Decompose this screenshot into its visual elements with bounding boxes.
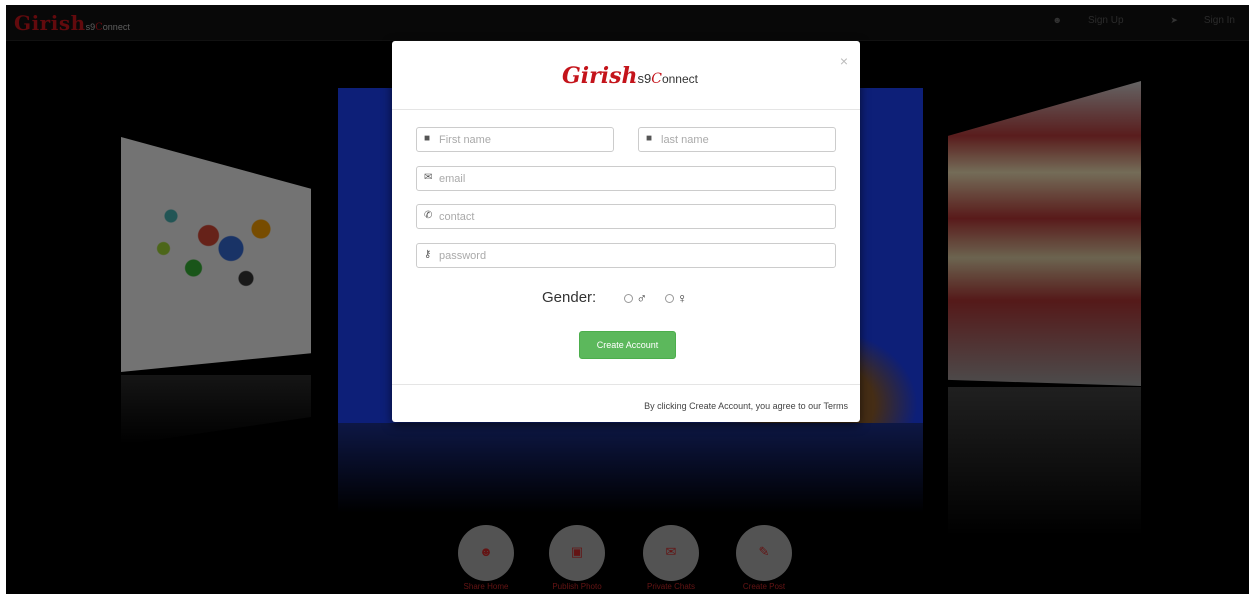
gender-female-radio[interactable] [665, 293, 675, 303]
password-field: ⚷ [416, 243, 836, 268]
contact-field: ✆ [416, 204, 836, 229]
gender-male-radio[interactable] [624, 293, 634, 303]
female-icon: ♀ [677, 290, 688, 307]
modal-logo: Girishs9Connect [562, 63, 698, 89]
gender-row: Gender: ♂ ♀ [542, 289, 688, 306]
gender-label: Gender: [542, 289, 597, 306]
logo-rest-text: onnect [661, 72, 698, 86]
user-icon: ■ [646, 133, 653, 144]
logo-s9-text: s9 [637, 71, 652, 86]
key-icon: ⚷ [424, 249, 432, 260]
header-divider [392, 109, 860, 110]
email-input[interactable] [439, 169, 829, 188]
user-icon: ■ [424, 133, 431, 144]
phone-icon: ✆ [424, 210, 433, 221]
terms-text[interactable]: By clicking Create Account, you agree to… [644, 401, 848, 411]
contact-input[interactable] [439, 207, 829, 226]
footer-divider [392, 384, 860, 385]
last-name-input[interactable] [661, 130, 829, 149]
first-name-field: ■ [416, 127, 614, 152]
envelope-icon: ✉ [424, 172, 433, 183]
male-icon: ♂ [636, 290, 647, 307]
last-name-field: ■ [638, 127, 836, 152]
page-background: Girishs9Connect ☻Sign Up ➤Sign In ☻ Shar… [6, 5, 1249, 594]
logo-c-text: C [651, 71, 662, 87]
password-input[interactable] [439, 246, 829, 265]
close-icon[interactable]: × [840, 53, 848, 69]
logo-main-text: Girish [562, 63, 638, 89]
first-name-input[interactable] [439, 130, 607, 149]
create-account-button[interactable]: Create Account [579, 331, 676, 359]
email-field: ✉ [416, 166, 836, 191]
signup-modal: × Girishs9Connect ■ ■ ✉ ✆ ⚷ Gender: ♂ ♀ [392, 41, 860, 422]
